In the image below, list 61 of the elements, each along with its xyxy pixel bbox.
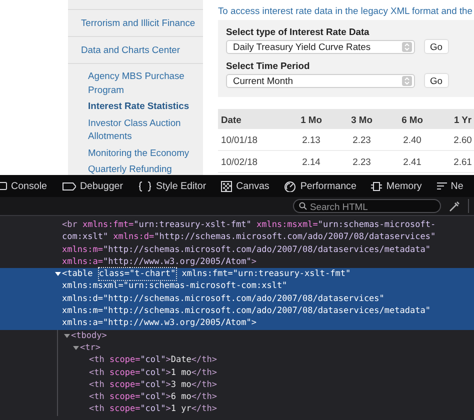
table-cell: 10/01/18: [218, 129, 286, 150]
devtools-tab[interactable]: Memory: [364, 175, 430, 197]
devtools-tab[interactable]: Console: [0, 175, 54, 197]
devtools-tab[interactable]: Ne: [429, 175, 471, 197]
code-line: <tbody>: [0, 330, 474, 342]
stepper-icon: [402, 76, 412, 86]
code-line: <th scope="col">1 mo</th>: [88, 366, 218, 379]
devtools-tab[interactable]: Style Editor: [130, 175, 214, 197]
expand-arrow-icon[interactable]: [55, 271, 61, 278]
column-header: Date: [218, 109, 286, 129]
canvas-icon: [221, 180, 232, 192]
debugger-icon: [62, 180, 76, 192]
gauge-icon: [284, 180, 296, 192]
code-line: <th scope="col">Date</th>: [88, 354, 218, 367]
go-button[interactable]: Go: [424, 73, 449, 88]
field-label: Select Time Period: [226, 60, 311, 72]
table-cell: 10/02/18: [218, 150, 286, 172]
table-cell: 2.23: [336, 150, 387, 172]
code-line: <br xmlns:fmt="urn:treasury-xslt-fmt" xmlns:msxml="urn:schemas-microsoft-: [61, 219, 437, 232]
column-header: 1 Yr: [438, 109, 474, 129]
table-cell: 2.40: [387, 129, 438, 150]
dropdown[interactable]: Daily Treasury Yield Curve Rates: [226, 40, 415, 54]
devtools-tab[interactable]: Performance: [276, 175, 364, 197]
sidebar-subitem[interactable]: Agency MBS Purchase Program: [88, 69, 197, 96]
code-line: xmlns:m="http://schemas.microsoft.com/ado/2007/08/dataservices/metadata": [61, 244, 432, 256]
sidebar-item[interactable]: Data and Charts Center: [68, 37, 203, 64]
table-cell: 2.60: [438, 129, 474, 150]
table-cell: 2.41: [387, 150, 438, 172]
sidebar-subitem[interactable]: Interest Rate Statistics: [88, 99, 197, 112]
code-line: xmlns:a="http://www.w3.org/2005/Atom">: [61, 256, 258, 268]
code-line: com:xslt" xmlns:d="http://schemas.microsoft.com/ado/2007/08/dataservices": [61, 231, 437, 244]
expand-arrow-icon[interactable]: [64, 332, 70, 339]
column-header: 6 Mo: [387, 109, 438, 129]
column-header: 3 Mo: [336, 109, 387, 129]
field-label: Select type of Interest Rate Data: [226, 26, 370, 38]
go-button[interactable]: Go: [424, 39, 449, 54]
sidebar-subitem[interactable]: Investor Class Auction Allotments: [88, 116, 197, 142]
console-icon: [0, 180, 7, 192]
code-line: <th scope="col">6 mo</th>: [88, 391, 218, 404]
table-cell: 2.23: [336, 129, 387, 150]
sidebar-item[interactable]: Terrorism and Illicit Finance: [68, 10, 203, 37]
table-cell: 2.14: [286, 150, 336, 172]
code-line: <th scope="col">1 yr</th>: [88, 403, 218, 416]
list-icon: [436, 180, 447, 192]
search-field[interactable]: Search HTML: [293, 199, 441, 213]
devtools-tab[interactable]: Debugger: [54, 175, 130, 197]
dropdown[interactable]: Current Month: [226, 74, 415, 88]
memory-chip-icon: [371, 180, 382, 192]
sidebar-subitem[interactable]: Monitoring the Economy: [88, 146, 197, 159]
table-cell: 2.61: [438, 150, 474, 172]
code-line: <th scope="col">3 mo</th>: [88, 378, 218, 392]
braces-icon: [138, 180, 152, 192]
devtools-tab[interactable]: Canvas: [214, 175, 277, 197]
expand-arrow-icon[interactable]: [73, 345, 79, 352]
sidebar-subitem[interactable]: Quarterly Refunding: [88, 162, 197, 175]
stepper-icon: [402, 42, 412, 52]
intro-link[interactable]: To access interest rate data in the legacy XML format and the: [218, 5, 474, 18]
column-header: 1 Mo: [286, 109, 336, 129]
code-line: <tr>: [0, 342, 474, 354]
eyedropper-icon[interactable]: [449, 200, 460, 212]
table-cell: 2.13: [286, 129, 336, 150]
